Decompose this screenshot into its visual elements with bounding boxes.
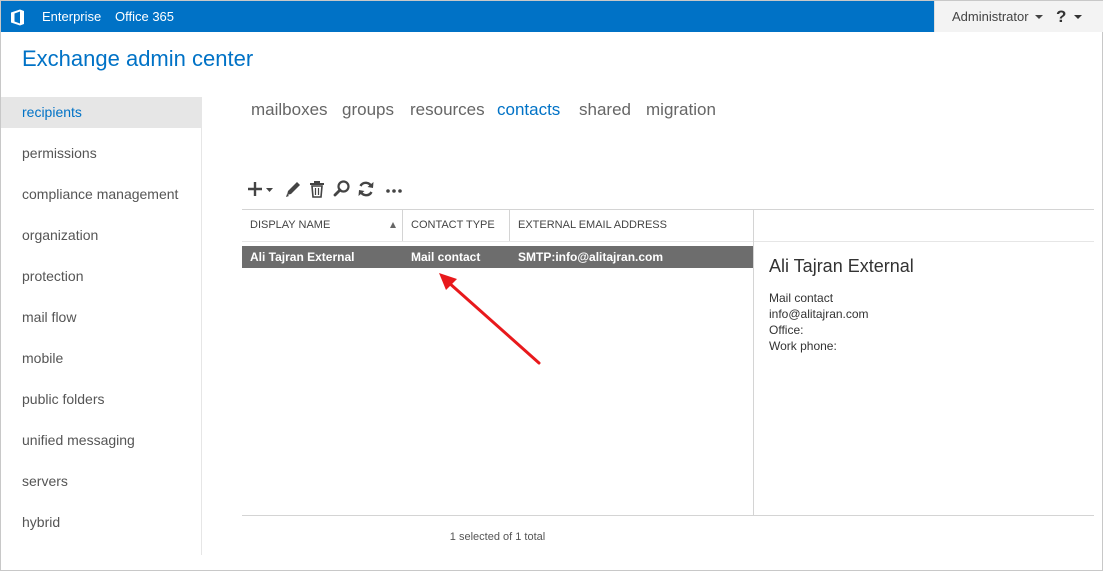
search-icon[interactable] bbox=[333, 178, 351, 200]
refresh-icon[interactable] bbox=[357, 178, 375, 200]
column-header-display-name[interactable]: DISPLAY NAME bbox=[250, 210, 330, 241]
user-name: Administrator bbox=[952, 9, 1029, 24]
user-menu[interactable]: Administrator bbox=[952, 1, 1043, 32]
details-pane-divider bbox=[753, 209, 754, 515]
tab-migration[interactable]: migration bbox=[646, 100, 716, 120]
cell-external-email: SMTP:info@alitajran.com bbox=[518, 250, 664, 264]
cell-display-name: Ali Tajran External bbox=[250, 250, 355, 264]
delete-icon[interactable] bbox=[309, 178, 325, 200]
nav-item-recipients[interactable]: recipients bbox=[1, 97, 201, 128]
office365-link[interactable]: Office 365 bbox=[115, 1, 174, 32]
nav-item-servers[interactable]: servers bbox=[1, 466, 201, 497]
nav-item-permissions[interactable]: permissions bbox=[1, 138, 201, 169]
chevron-down-icon bbox=[1034, 14, 1043, 19]
details-title: Ali Tajran External bbox=[769, 256, 914, 276]
user-area: Administrator ? bbox=[934, 1, 1103, 32]
list-footer-divider bbox=[242, 515, 1094, 516]
selection-status: 1 selected of 1 total bbox=[449, 531, 546, 543]
nav-item-unified-messaging[interactable]: unified messaging bbox=[1, 425, 201, 456]
edit-icon[interactable] bbox=[284, 178, 302, 200]
tab-groups[interactable]: groups bbox=[342, 100, 394, 120]
column-header-external-email[interactable]: EXTERNAL EMAIL ADDRESS bbox=[518, 210, 667, 241]
nav-item-hybrid[interactable]: hybrid bbox=[1, 507, 201, 538]
nav-item-organization[interactable]: organization bbox=[1, 220, 201, 251]
nav-item-compliance-management[interactable]: compliance management bbox=[1, 179, 201, 210]
tab-contacts[interactable]: contacts bbox=[497, 100, 560, 120]
column-divider[interactable] bbox=[402, 210, 403, 241]
tab-shared[interactable]: shared bbox=[579, 100, 631, 120]
more-icon[interactable] bbox=[385, 178, 403, 200]
list-header: DISPLAY NAME CONTACT TYPE EXTERNAL EMAIL… bbox=[242, 209, 1094, 242]
nav-item-mobile[interactable]: mobile bbox=[1, 343, 201, 374]
tab-mailboxes[interactable]: mailboxes bbox=[251, 100, 328, 120]
tab-resources[interactable]: resources bbox=[410, 100, 485, 120]
column-header-contact-type[interactable]: CONTACT TYPE bbox=[411, 210, 495, 241]
sort-ascending-icon bbox=[390, 222, 396, 228]
nav-item-mail-flow[interactable]: mail flow bbox=[1, 302, 201, 333]
table-row[interactable]: Ali Tajran External Mail contact SMTP:in… bbox=[242, 246, 753, 268]
left-navigation: recipients permissions compliance manage… bbox=[1, 97, 202, 555]
annotation-arrow-icon bbox=[439, 273, 541, 365]
details-office: Office: bbox=[769, 323, 804, 337]
chevron-down-icon bbox=[1074, 14, 1083, 19]
help-icon: ? bbox=[1056, 7, 1067, 26]
nav-item-public-folders[interactable]: public folders bbox=[1, 384, 201, 415]
page-title: Exchange admin center bbox=[22, 46, 254, 71]
details-email: info@alitajran.com bbox=[769, 307, 869, 321]
details-contact-type: Mail contact bbox=[769, 291, 834, 305]
column-divider[interactable] bbox=[509, 210, 510, 241]
add-icon[interactable] bbox=[247, 178, 275, 200]
office-logo-icon[interactable] bbox=[10, 9, 26, 26]
cell-contact-type: Mail contact bbox=[411, 250, 481, 264]
enterprise-link[interactable]: Enterprise bbox=[42, 1, 101, 32]
details-work-phone: Work phone: bbox=[769, 339, 837, 353]
help-menu[interactable]: ? bbox=[1056, 1, 1083, 32]
nav-item-protection[interactable]: protection bbox=[1, 261, 201, 292]
